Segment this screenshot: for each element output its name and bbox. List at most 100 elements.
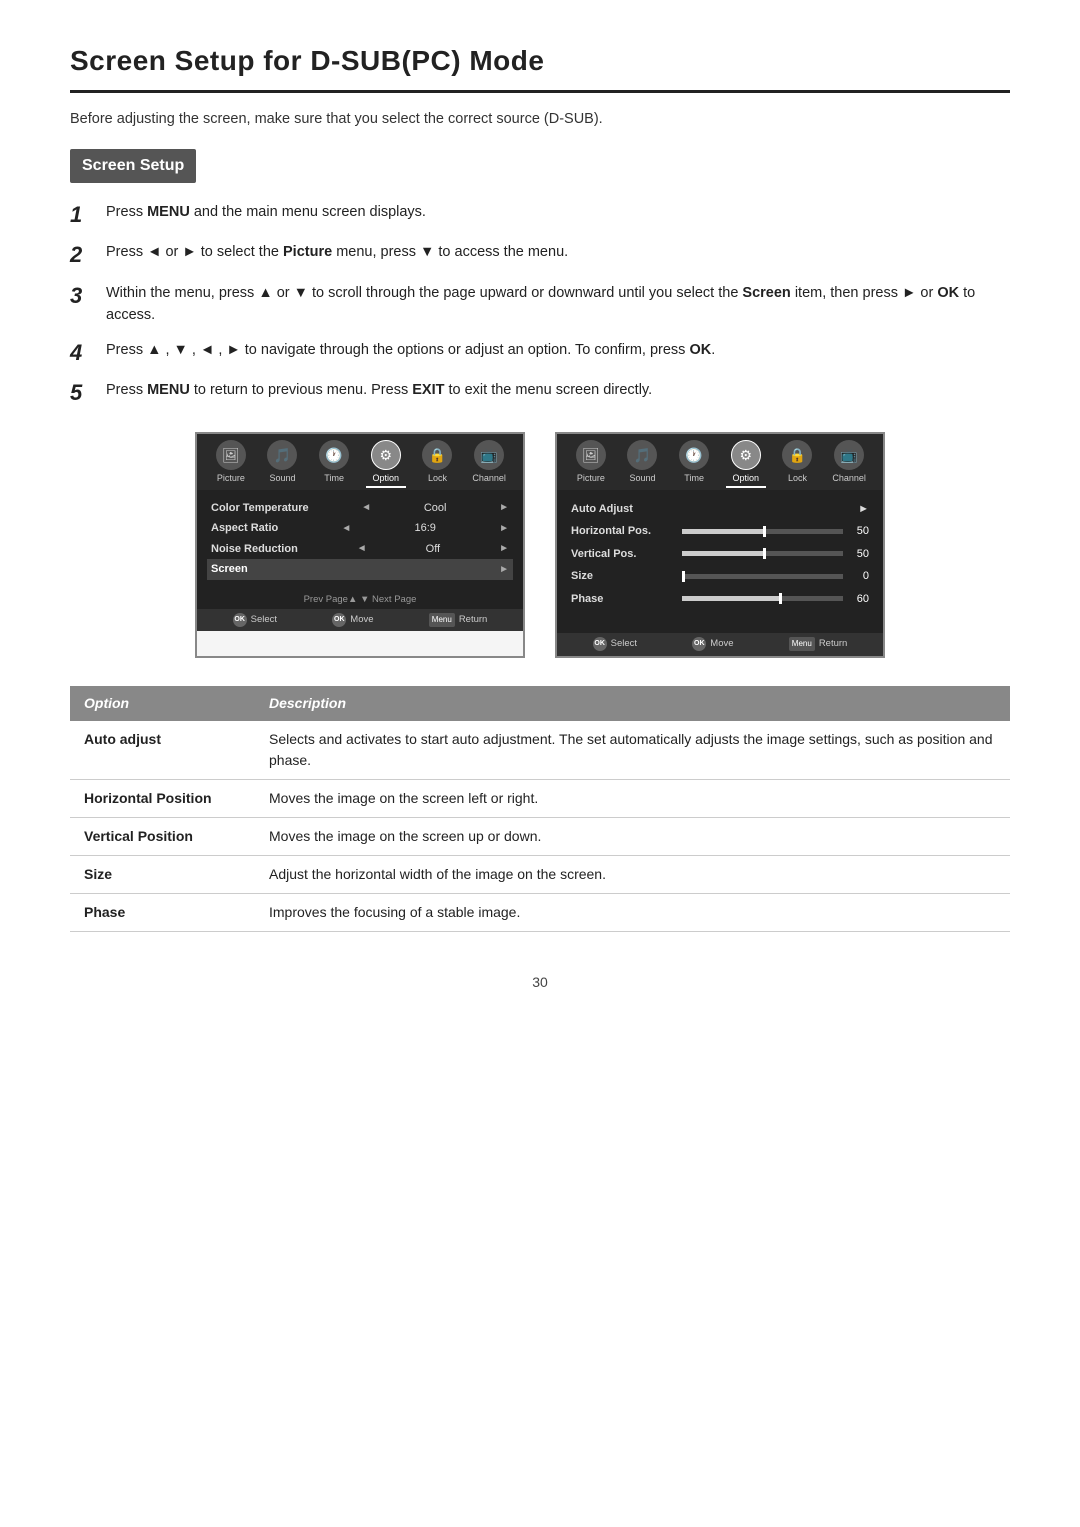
title-divider <box>70 90 1010 93</box>
option-cell: Size <box>70 855 255 893</box>
desc-cell: Adjust the horizontal width of the image… <box>255 855 1010 893</box>
step-text: Press ◄ or ► to select the Picture menu,… <box>106 241 568 263</box>
tv-bar-label: Size <box>571 568 676 585</box>
step: 3 Within the menu, press ▲ or ▼ to scroll… <box>70 282 1010 327</box>
tv-footer-label: Return <box>819 637 848 651</box>
step-number: 5 <box>70 379 92 408</box>
tv-menu-icon: 📺Channel <box>829 440 869 488</box>
tv-icon-label: Time <box>684 472 704 486</box>
tv-icons-right: 🖼Picture 🎵 Sound 🕐 Time ⚙ Option 🔒Lock 📺Channel <box>557 434 883 490</box>
tv-bar-row: Vertical Pos. 50 <box>571 543 869 566</box>
tv-row-left: ◄ <box>341 521 351 536</box>
tv-menu-row: Color Temperature◄Cool► <box>211 498 509 519</box>
tv-icon-symbol: ⚙ <box>731 440 761 470</box>
tv-row-right: ► <box>499 521 509 536</box>
step-number: 2 <box>70 241 92 270</box>
col-desc: Description <box>255 686 1010 721</box>
tv-footer-label: Return <box>459 613 488 627</box>
tv-bar-track <box>682 529 843 534</box>
tv-auto-arrow: ► <box>858 501 869 518</box>
tv-bar-thumb <box>763 526 766 537</box>
tv-bar-thumb <box>763 548 766 559</box>
tv-bar-thumb <box>779 593 782 604</box>
desc-cell: Selects and activates to start auto adju… <box>255 721 1010 780</box>
tv-icon-label: Option <box>373 472 400 486</box>
step-text: Press ▲ , ▼ , ◄ , ► to navigate through … <box>106 339 715 361</box>
tv-bar-row: Auto Adjust► <box>571 498 869 521</box>
step-number: 3 <box>70 282 92 311</box>
tv-footer-left: OKSelectOKMoveMenuReturn <box>197 609 523 631</box>
tv-icon-symbol: 🕐 <box>679 440 709 470</box>
desc-cell: Improves the focusing of a stable image. <box>255 893 1010 931</box>
tv-btn: OK <box>233 613 247 627</box>
step-text: Press MENU to return to previous menu. P… <box>106 379 652 401</box>
step: 4 Press ▲ , ▼ , ◄ , ► to navigate through… <box>70 339 1010 368</box>
table-row: PhaseImproves the focusing of a stable i… <box>70 893 1010 931</box>
step: 5 Press MENU to return to previous menu. … <box>70 379 1010 408</box>
tv-footer-label: Move <box>710 637 733 651</box>
tv-menu-icon: 🔒Lock <box>777 440 817 488</box>
tv-icon-label: Sound <box>629 472 655 486</box>
table-row: SizeAdjust the horizontal width of the i… <box>70 855 1010 893</box>
tv-icon-symbol: 🔒 <box>782 440 812 470</box>
tv-icon-symbol: 📺 <box>474 440 504 470</box>
desc-cell: Moves the image on the screen up or down… <box>255 817 1010 855</box>
tv-icon-label: Picture <box>217 472 245 486</box>
tv-icon-symbol: 🎵 <box>627 440 657 470</box>
tv-bar-fill <box>682 596 779 601</box>
col-option: Option <box>70 686 255 721</box>
tv-body-right: Auto Adjust►Horizontal Pos.50Vertical Po… <box>557 490 883 615</box>
tv-icon-label: Lock <box>428 472 447 486</box>
tv-icon-label: Option <box>733 472 760 486</box>
tv-menu-icon: 🎵Sound <box>262 440 302 488</box>
step-number: 4 <box>70 339 92 368</box>
step-text: Within the menu, press ▲ or ▼ to scroll … <box>106 282 1010 327</box>
tv-btn: OK <box>593 637 607 651</box>
tv-menu-icon: ⚙ Option <box>726 440 766 488</box>
tv-row-right: ► <box>499 541 509 556</box>
tv-menu-row: Aspect Ratio◄16:9► <box>211 518 509 539</box>
tv-bar-thumb <box>682 571 685 582</box>
table-row: Vertical PositionMoves the image on the … <box>70 817 1010 855</box>
tv-menu-icon: 📺Channel <box>469 440 509 488</box>
tv-icon-symbol: 🕐 <box>319 440 349 470</box>
tv-row-right: ► <box>499 562 509 577</box>
tv-footer-item: OKMove <box>692 637 733 651</box>
section-header: Screen Setup <box>70 149 1010 201</box>
tv-bar-value: 50 <box>849 546 869 563</box>
tv-footer-label: Move <box>350 613 373 627</box>
tv-icon-label: Time <box>324 472 344 486</box>
tv-footer-label: Select <box>611 637 637 651</box>
tv-menu-icon: 🖼 Picture <box>211 440 251 488</box>
table-header: Option Description <box>70 686 1010 721</box>
tv-prevnext-right <box>557 614 883 633</box>
tv-icon-label: Channel <box>832 472 866 486</box>
tv-footer-item: OK Select <box>593 637 637 651</box>
tv-icon-label: Picture <box>577 472 605 486</box>
option-cell: Horizontal Position <box>70 779 255 817</box>
tv-bar-row: Phase60 <box>571 588 869 611</box>
tv-footer-item: OK Move <box>332 613 373 627</box>
table-row: Auto adjustSelects and activates to star… <box>70 721 1010 780</box>
tv-btn-rect: Menu <box>429 613 455 627</box>
tv-prevnext: Prev Page▲ ▼ Next Page <box>197 590 523 609</box>
tv-body-left: Color Temperature◄Cool►Aspect Ratio◄16:9… <box>197 490 523 590</box>
tv-bar-label: Vertical Pos. <box>571 546 676 563</box>
tv-bar-label: Phase <box>571 591 676 608</box>
tv-menu-icon: ⚙Option <box>366 440 406 488</box>
tv-menu-icon: 🖼Picture <box>571 440 611 488</box>
tv-row-left: ◄ <box>361 500 371 515</box>
tv-btn-rect: Menu <box>789 637 815 651</box>
tv-row-val: Cool <box>424 500 447 517</box>
tv-row-val: 16:9 <box>415 520 436 537</box>
tv-bar-fill <box>682 551 763 556</box>
tv-row-val: Off <box>426 541 440 558</box>
page-title: Screen Setup for D-SUB(PC) Mode <box>70 40 1010 82</box>
tv-menu-icon: 🎵 Sound <box>622 440 662 488</box>
tv-screen-right: 🖼Picture🎵Sound🕐Time⚙Option🔒Lock📺Channel … <box>555 432 885 658</box>
tv-bar-track <box>682 596 843 601</box>
tv-row-label: Color Temperature <box>211 500 309 517</box>
tv-icon-symbol: 🔒 <box>422 440 452 470</box>
tv-icon-symbol: 🖼 <box>216 440 246 470</box>
tv-btn: OK <box>332 613 346 627</box>
